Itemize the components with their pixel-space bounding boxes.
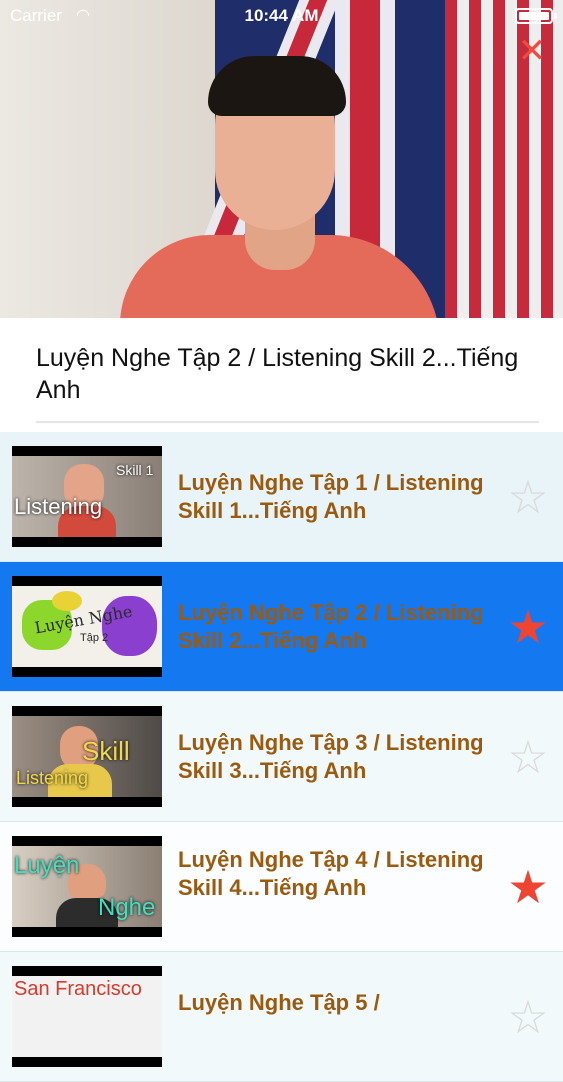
playlist-item[interactable]: Listening Skill 1 Luyện Nghe Tập 1 / Lis… <box>0 432 563 562</box>
thumbnail-subtext: Nghe <box>98 894 156 921</box>
playlist: Listening Skill 1 Luyện Nghe Tập 1 / Lis… <box>0 432 563 1082</box>
favorite-star-icon[interactable]: ☆ <box>505 734 551 780</box>
favorite-star-icon[interactable]: ☆ <box>505 474 551 520</box>
divider <box>36 421 539 423</box>
thumbnail-text: Skill <box>82 736 130 766</box>
video-title: Luyện Nghe Tập 2 / Listening Skill 2...T… <box>36 344 519 404</box>
playlist-item-title: Luyện Nghe Tập 2 / Listening Skill 2...T… <box>178 600 484 653</box>
presenter <box>120 50 450 318</box>
close-icon[interactable]: ✕ <box>517 34 547 68</box>
video-thumbnail: Skill Listening <box>12 706 162 807</box>
playlist-item[interactable]: San Francisco Luyện Nghe Tập 5 / ☆ <box>0 952 563 1082</box>
playlist-item[interactable]: Skill Listening Luyện Nghe Tập 3 / Liste… <box>0 692 563 822</box>
playlist-item[interactable]: Luyện Nghe Tập 2 Luyện Nghe Tập 2 / List… <box>0 562 563 692</box>
playlist-item-title: Luyện Nghe Tập 1 / Listening Skill 1...T… <box>178 470 484 523</box>
battery-icon <box>515 8 553 24</box>
thumbnail-text: Luyện <box>14 852 80 879</box>
thumbnail-subtext: Listening <box>16 768 89 788</box>
thumbnail-text: San Francisco <box>14 978 142 1000</box>
playlist-item[interactable]: Luyện Nghe Luyện Nghe Tập 4 / Listening … <box>0 822 563 952</box>
thumbnail-text: Listening <box>14 494 103 519</box>
playlist-item-title: Luyện Nghe Tập 3 / Listening Skill 3...T… <box>178 730 484 783</box>
video-thumbnail: San Francisco <box>12 966 162 1067</box>
playlist-item-title: Luyện Nghe Tập 4 / Listening Skill 4...T… <box>178 847 484 900</box>
video-thumbnail: Luyện Nghe <box>12 836 162 937</box>
playlist-item-title: Luyện Nghe Tập 5 / <box>178 990 380 1015</box>
favorite-star-icon[interactable]: ☆ <box>505 994 551 1040</box>
clock: 10:44 AM <box>244 6 319 25</box>
video-thumbnail: Listening Skill 1 <box>12 446 162 547</box>
thumbnail-subtext: Skill 1 <box>116 462 154 478</box>
favorite-star-icon[interactable]: ★ <box>505 604 551 650</box>
status-bar: Carrier ◠ 10:44 AM <box>0 0 563 32</box>
thumbnail-subtext: Tập 2 <box>80 632 109 644</box>
video-thumbnail: Luyện Nghe Tập 2 <box>12 576 162 677</box>
favorite-star-icon[interactable]: ★ <box>505 864 551 910</box>
video-player[interactable] <box>0 0 563 318</box>
